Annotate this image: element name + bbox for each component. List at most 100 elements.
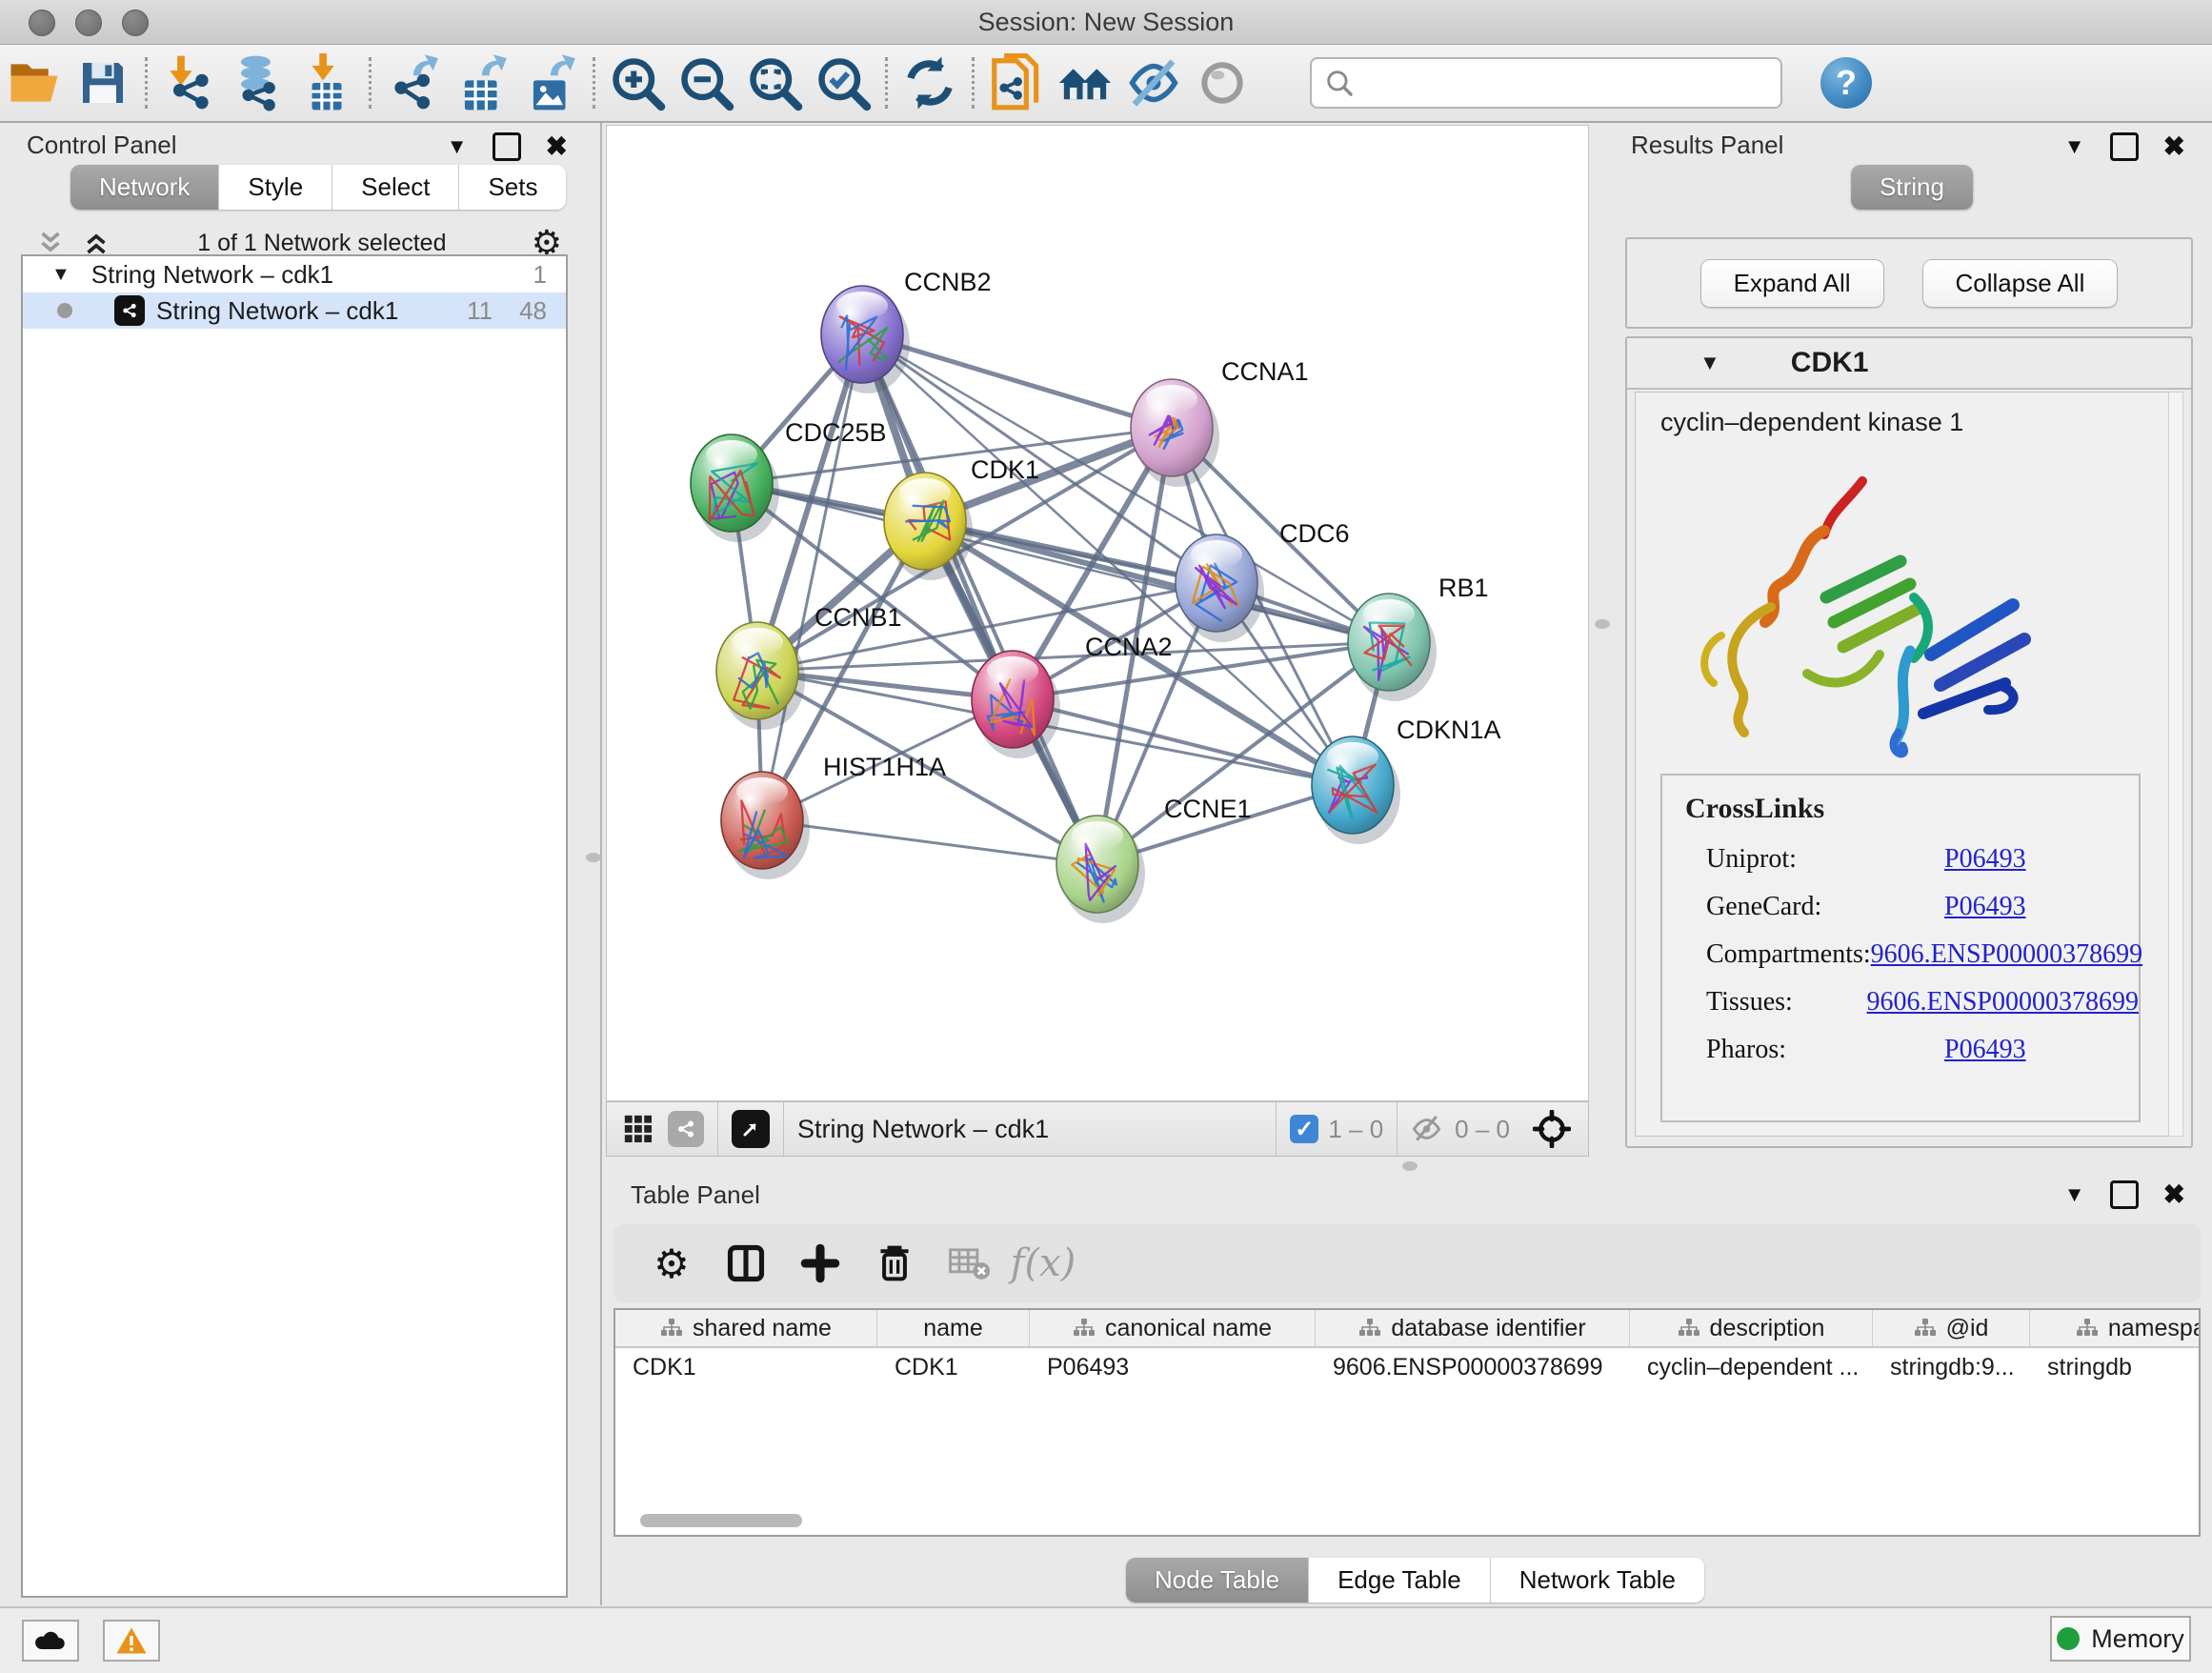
- network-node-CDKN1A[interactable]: CDKN1A: [1312, 716, 1501, 844]
- warnings-button[interactable]: [103, 1620, 160, 1662]
- table-cell[interactable]: 9606.ENSP00000378699: [1316, 1348, 1630, 1386]
- help-icon[interactable]: ?: [1820, 57, 1872, 109]
- table-cell[interactable]: P06493: [1030, 1348, 1316, 1386]
- open-session-icon[interactable]: [0, 52, 69, 113]
- zoom-in-icon[interactable]: [603, 52, 672, 113]
- delete-table-icon[interactable]: [932, 1246, 1006, 1280]
- add-column-icon[interactable]: [783, 1243, 857, 1283]
- network-node-RB1[interactable]: RB1: [1348, 574, 1489, 701]
- float-panel-icon[interactable]: [2110, 1180, 2139, 1209]
- crosslink-value-link[interactable]: 9606.ENSP00000378699: [1871, 939, 2142, 970]
- left-splitter-handle[interactable]: [586, 853, 601, 862]
- save-session-icon[interactable]: [69, 52, 137, 113]
- crosslink-value-link[interactable]: 9606.ENSP00000378699: [1867, 987, 2139, 1018]
- panel-menu-icon[interactable]: ▼: [447, 134, 468, 159]
- hidden-elements-icon[interactable]: [1411, 1114, 1445, 1144]
- column-header-name[interactable]: name: [877, 1310, 1030, 1346]
- home-icon[interactable]: [1051, 52, 1119, 113]
- zoom-fit-icon[interactable]: [740, 52, 809, 113]
- delete-column-icon[interactable]: [857, 1242, 932, 1284]
- selected-nodes-checkbox-icon[interactable]: ✓: [1290, 1115, 1318, 1143]
- horizontal-splitter-handle[interactable]: [1402, 1161, 1418, 1171]
- right-splitter-handle[interactable]: [1595, 619, 1610, 629]
- function-builder-icon[interactable]: f(x): [1006, 1241, 1080, 1285]
- zoom-out-icon[interactable]: [672, 52, 740, 113]
- table-cell[interactable]: CDK1: [877, 1348, 1030, 1386]
- tab-select[interactable]: Select: [332, 165, 459, 210]
- column-header-shared-name[interactable]: shared name: [615, 1310, 877, 1346]
- table-row[interactable]: CDK1CDK1P064939606.ENSP00000378699cyclin…: [615, 1348, 2199, 1386]
- collapse-entry-icon[interactable]: ▼: [1699, 351, 1720, 375]
- column-header-database-identifier[interactable]: database identifier: [1316, 1310, 1630, 1346]
- cloud-status-button[interactable]: [22, 1620, 79, 1662]
- collapse-tree-icon[interactable]: ▼: [51, 264, 70, 286]
- hide-panel-icon[interactable]: [1119, 52, 1188, 113]
- show-panel-icon[interactable]: [1188, 52, 1257, 113]
- network-node-CCNA1[interactable]: CCNA1: [1131, 357, 1309, 487]
- collapse-all-button[interactable]: Collapse All: [1922, 259, 2119, 308]
- close-panel-icon[interactable]: ✖: [2163, 133, 2185, 160]
- network-node-CDC25B[interactable]: CDC25B: [691, 418, 887, 542]
- string-tools-icon[interactable]: [668, 1111, 704, 1147]
- tab-node-table[interactable]: Node Table: [1126, 1558, 1309, 1602]
- tab-sets[interactable]: Sets: [459, 165, 566, 210]
- expand-all-button[interactable]: Expand All: [1700, 259, 1884, 308]
- edge-HIST1H1A-CCNE1[interactable]: [762, 820, 1097, 864]
- edge-CCNA2-CDKN1A[interactable]: [1013, 699, 1353, 785]
- show-columns-icon[interactable]: [709, 1242, 783, 1284]
- panel-menu-icon[interactable]: ▼: [2064, 1182, 2085, 1207]
- open-in-new-window-icon[interactable]: [732, 1110, 770, 1148]
- column-header-namespace[interactable]: namespace: [2030, 1310, 2201, 1346]
- table-cell[interactable]: stringdb: [2030, 1348, 2201, 1386]
- zoom-selected-icon[interactable]: [809, 52, 877, 113]
- close-panel-icon[interactable]: ✖: [2163, 1181, 2185, 1208]
- column-header-label: name: [923, 1315, 983, 1342]
- import-table-icon[interactable]: [292, 52, 361, 113]
- column-header-description[interactable]: description: [1630, 1310, 1873, 1346]
- column-header--id[interactable]: @id: [1873, 1310, 2030, 1346]
- table-cell[interactable]: CDK1: [615, 1348, 877, 1386]
- network-row[interactable]: String Network – cdk1 11 48: [23, 292, 566, 329]
- network-from-file-icon[interactable]: [982, 52, 1051, 113]
- scrollbar-thumb[interactable]: [640, 1514, 802, 1527]
- birdseye-view-icon[interactable]: [622, 1113, 654, 1145]
- column-header-canonical-name[interactable]: canonical name: [1030, 1310, 1316, 1346]
- tab-network-table[interactable]: Network Table: [1491, 1558, 1704, 1602]
- tab-network[interactable]: Network: [70, 165, 219, 210]
- crosslink-value-link[interactable]: P06493: [1944, 844, 2026, 875]
- tab-style[interactable]: Style: [219, 165, 332, 210]
- column-type-icon: [1358, 1318, 1381, 1339]
- crosslink-value-link[interactable]: P06493: [1944, 892, 2026, 922]
- crosslink-value-link[interactable]: P06493: [1944, 1035, 2026, 1065]
- table-horizontal-scrollbar[interactable]: [629, 1514, 2201, 1529]
- float-panel-icon[interactable]: [2110, 132, 2139, 161]
- edge-CCNB2-HIST1H1A[interactable]: [762, 334, 862, 820]
- import-database-icon[interactable]: [224, 52, 292, 113]
- table-cell[interactable]: stringdb:9...: [1873, 1348, 2030, 1386]
- expand-all-icon[interactable]: [80, 229, 112, 257]
- memory-button[interactable]: Memory: [2050, 1616, 2191, 1662]
- network-node-HIST1H1A[interactable]: HIST1H1A: [721, 753, 946, 879]
- collapse-all-icon[interactable]: [34, 229, 67, 257]
- table-settings-gear-icon[interactable]: ⚙: [634, 1240, 709, 1287]
- float-panel-icon[interactable]: [493, 132, 521, 161]
- column-type-icon: [2076, 1318, 2099, 1339]
- results-vertical-scrollbar[interactable]: [2168, 392, 2183, 1137]
- export-table-icon[interactable]: [448, 52, 516, 113]
- close-panel-icon[interactable]: ✖: [546, 133, 568, 160]
- edge-CCNB2-CCNE1[interactable]: [862, 334, 1097, 864]
- network-collection-row[interactable]: ▼ String Network – cdk1 1: [23, 256, 566, 292]
- table-cell[interactable]: cyclin–dependent ...: [1630, 1348, 1873, 1386]
- network-node-CCNE1[interactable]: CCNE1: [1056, 795, 1252, 923]
- search-input[interactable]: [1310, 57, 1782, 109]
- export-image-icon[interactable]: [516, 52, 585, 113]
- network-tree: ▼ String Network – cdk1 1 String Network…: [21, 254, 568, 1598]
- refresh-layout-icon[interactable]: [895, 52, 964, 113]
- panel-menu-icon[interactable]: ▼: [2064, 134, 2085, 159]
- import-network-icon[interactable]: [155, 52, 224, 113]
- node-position-reset-icon[interactable]: [1533, 1110, 1571, 1148]
- tab-edge-table[interactable]: Edge Table: [1309, 1558, 1491, 1602]
- export-network-icon[interactable]: [379, 52, 448, 113]
- tab-string-results[interactable]: String: [1851, 165, 1973, 210]
- network-view-canvas[interactable]: CCNB2CCNA1CDC25BCDK1CDC6RB1CCNB1CCNA2CDK…: [606, 125, 1589, 1101]
